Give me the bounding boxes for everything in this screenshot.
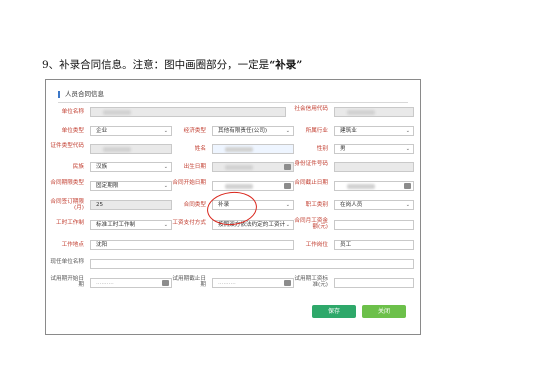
label-job-category: 职工类别 <box>305 202 328 208</box>
instruction-emphasis: “补录” <box>269 59 303 71</box>
label-industry: 所属行业 <box>305 128 328 134</box>
unit-type-select[interactable]: 企业 ⌄ <box>90 126 172 136</box>
work-type-value: 标准工时工作制 <box>96 222 136 228</box>
label-contract-start: 合同开始日期 <box>172 180 206 186</box>
contract-start-input[interactable] <box>212 181 294 191</box>
chevron-down-icon: ⌄ <box>285 202 290 208</box>
position-value: 员工 <box>340 242 352 248</box>
contract-year-value: 25 <box>96 202 104 208</box>
credit-code-field <box>334 107 414 117</box>
chevron-down-icon: ⌄ <box>405 128 410 134</box>
contract-term-value: 固定期限 <box>96 183 119 189</box>
label-monthly-salary: 合同月工资金额(元) <box>294 218 328 230</box>
label-credit-code: 社会信用代码 <box>294 106 328 112</box>
id-number-field <box>334 162 414 172</box>
label-id-type: 证件类型代码 <box>50 143 84 149</box>
nationality-value: 汉族 <box>96 164 108 170</box>
label-name: 姓名 <box>194 146 206 152</box>
instruction-heading: 9、补录合同信息。注意：图中画圈部分，一定是“补录” <box>42 57 302 72</box>
contract-term-select[interactable]: 固定期限 ⌄ <box>90 181 172 191</box>
close-button[interactable]: 关闭 <box>362 305 406 318</box>
calendar-icon <box>404 183 411 189</box>
chevron-down-icon: ⌄ <box>163 222 168 228</box>
chevron-down-icon: ⌄ <box>285 128 290 134</box>
instruction-text: 9、补录合同信息。注意：图中画圈部分，一定是 <box>42 59 270 71</box>
unit-type-value: 企业 <box>96 128 108 134</box>
unit-name-field <box>90 107 286 117</box>
label-contract-status: 合同类型 <box>183 202 206 208</box>
label-gender: 性别 <box>316 146 328 152</box>
label-position: 工作岗位 <box>305 242 328 248</box>
work-type-select[interactable]: 标准工时工作制 ⌄ <box>90 220 172 230</box>
label-probation-end: 试用期截止日期 <box>172 276 206 288</box>
chevron-down-icon: ⌄ <box>405 202 410 208</box>
current-unit-input[interactable] <box>90 259 414 269</box>
contract-year-field: 25 <box>90 200 172 210</box>
work-place-input[interactable]: 沈阳 <box>90 240 294 250</box>
chevron-down-icon: ⌄ <box>163 183 168 189</box>
position-input[interactable]: 员工 <box>334 240 414 250</box>
save-button[interactable]: 保存 <box>312 305 356 318</box>
chevron-down-icon: ⌄ <box>163 164 168 170</box>
chevron-down-icon: ⌄ <box>285 222 290 228</box>
label-salary-method: 工资支付方式 <box>172 220 206 226</box>
calendar-icon <box>284 280 291 286</box>
label-econ-type: 经济类型 <box>183 128 206 134</box>
chevron-down-icon: ⌄ <box>405 146 410 152</box>
probation-start-input[interactable]: .......... <box>90 278 172 288</box>
name-input[interactable] <box>212 144 294 154</box>
job-category-value: 在岗人员 <box>340 202 363 208</box>
probation-end-input[interactable]: .......... <box>212 278 294 288</box>
panel-title: 人员合同信息 <box>58 91 104 98</box>
nationality-select[interactable]: 汉族 ⌄ <box>90 162 172 172</box>
contract-info-screenshot: 人员合同信息 单位名称 社会信用代码 单位类型 企业 ⌄ 经济类型 其他有限责任(… <box>45 79 421 335</box>
industry-select[interactable]: 建筑业 ⌄ <box>334 126 414 136</box>
industry-value: 建筑业 <box>340 128 357 134</box>
label-unit-name: 单位名称 <box>61 109 84 115</box>
label-work-type: 工时工作制 <box>56 220 84 226</box>
label-contract-year: 合同签订期限(月) <box>50 199 84 211</box>
gender-value: 男 <box>340 146 346 152</box>
label-work-place: 工作地点 <box>61 242 84 248</box>
work-place-value: 沈阳 <box>96 242 108 248</box>
calendar-icon <box>162 280 169 286</box>
probation-salary-input[interactable] <box>334 278 414 288</box>
title-divider <box>58 102 408 103</box>
calendar-icon <box>284 183 291 189</box>
label-id-number: 身份证件号码 <box>294 161 328 167</box>
id-type-field <box>90 144 172 154</box>
label-birth-date: 出生日期 <box>183 164 206 170</box>
birth-date-field <box>212 162 294 172</box>
label-probation-salary: 试用期工资标准(元) <box>294 276 328 288</box>
chevron-down-icon: ⌄ <box>163 128 168 134</box>
monthly-salary-input[interactable] <box>334 220 414 230</box>
label-contract-end: 合同截止日期 <box>294 180 328 186</box>
contract-end-input[interactable] <box>334 181 414 191</box>
label-nationality: 民族 <box>72 164 84 170</box>
label-contract-term: 合同期限类型 <box>50 180 84 186</box>
calendar-icon <box>284 164 291 170</box>
label-probation-start: 试用期开始日期 <box>50 276 84 288</box>
label-unit-type: 单位类型 <box>61 128 84 134</box>
label-current-unit: 现任单位名称 <box>50 259 84 265</box>
econ-type-select[interactable]: 其他有限责任(公司) ⌄ <box>212 126 294 136</box>
gender-select[interactable]: 男 ⌄ <box>334 144 414 154</box>
econ-type-value: 其他有限责任(公司) <box>218 128 268 134</box>
job-category-select[interactable]: 在岗人员 ⌄ <box>334 200 414 210</box>
